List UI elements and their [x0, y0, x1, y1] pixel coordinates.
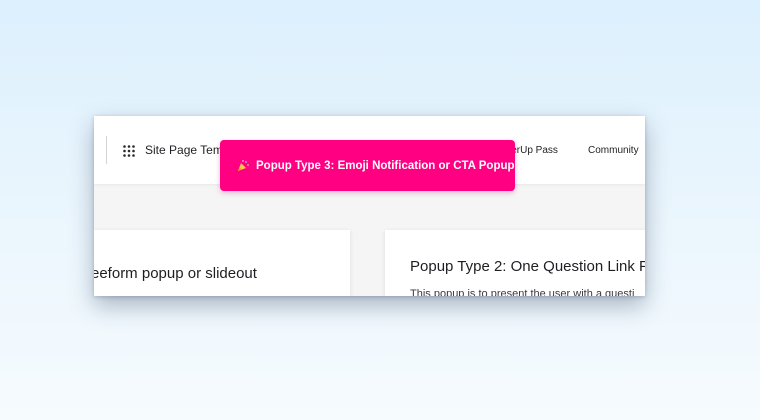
popup-card-one-question[interactable]: Popup Type 2: One Question Link P This p…: [385, 230, 645, 296]
emoji-notification-popup[interactable]: Popup Type 3: Emoji Notification or CTA …: [220, 140, 515, 191]
nav-link-community[interactable]: Community: [588, 145, 639, 156]
apps-grid-icon[interactable]: [123, 145, 135, 157]
header-divider: [106, 136, 107, 164]
card-title: reeform popup or slideout: [94, 265, 257, 282]
card-title: Popup Type 2: One Question Link P: [410, 258, 645, 275]
popup-card-freeform[interactable]: reeform popup or slideout: [94, 230, 350, 296]
party-popper-icon: [237, 159, 249, 172]
card-description: This popup is to present the user with a…: [410, 288, 635, 296]
site-title[interactable]: Site Page Tem: [145, 143, 223, 157]
popup-message: Popup Type 3: Emoji Notification or CTA …: [256, 159, 515, 172]
